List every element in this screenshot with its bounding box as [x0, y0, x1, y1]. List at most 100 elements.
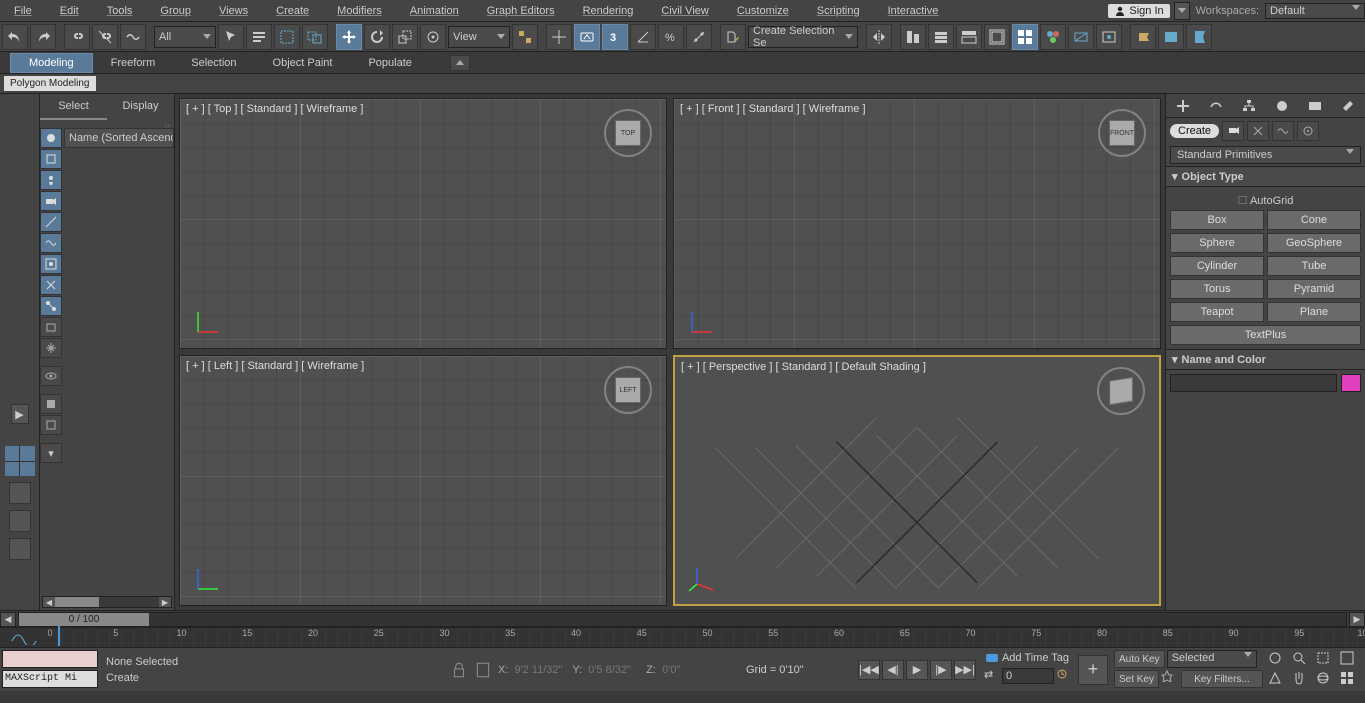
menu-graph-editors[interactable]: Graph Editors — [473, 2, 569, 20]
pan-button[interactable] — [1292, 671, 1314, 689]
viewcube-front[interactable]: FRONT — [1094, 105, 1150, 161]
zoom-all-button[interactable] — [1316, 651, 1338, 669]
undo-button[interactable] — [2, 24, 28, 50]
ref-coord-combo[interactable]: View — [448, 26, 510, 48]
rect-select-button[interactable] — [274, 24, 300, 50]
object-name-input[interactable] — [1170, 374, 1337, 392]
menu-animation[interactable]: Animation — [396, 2, 473, 20]
menu-views[interactable]: Views — [205, 2, 262, 20]
menu-civil-view[interactable]: Civil View — [647, 2, 722, 20]
viewport-top-label[interactable]: [ + ] [ Top ] [ Standard ] [ Wireframe ] — [186, 103, 363, 115]
cmd-hierarchy-tab[interactable] — [1232, 94, 1265, 117]
add-time-tag[interactable]: Add Time Tag — [1002, 652, 1069, 664]
scale-button[interactable] — [392, 24, 418, 50]
signin-button[interactable]: Sign In — [1108, 4, 1169, 18]
menu-file[interactable]: File — [0, 2, 46, 20]
viewport-perspective-label[interactable]: [ + ] [ Perspective ] [ Standard ] [ Def… — [681, 361, 926, 373]
y-value[interactable]: 0'5 8/32" — [588, 664, 640, 676]
select-object-button[interactable] — [218, 24, 244, 50]
placement-button[interactable] — [420, 24, 446, 50]
menu-edit[interactable]: Edit — [46, 2, 93, 20]
timeslider-next[interactable]: ▶ — [1349, 612, 1365, 627]
select-by-name-button[interactable] — [246, 24, 272, 50]
layer-explorer-button[interactable] — [928, 24, 954, 50]
autogrid-checkbox[interactable]: ☐ AutoGrid — [1170, 191, 1361, 210]
key-filters-button[interactable]: Key Filters... — [1181, 670, 1263, 688]
time-marker[interactable] — [58, 626, 60, 646]
ribbon-freeform[interactable]: Freeform — [93, 54, 174, 72]
filter-groups-icon[interactable] — [40, 254, 62, 274]
render-setup-button[interactable] — [1068, 24, 1094, 50]
orbit-button[interactable] — [1316, 671, 1338, 689]
filter-cameras-icon[interactable] — [40, 191, 62, 211]
scene-list-header[interactable]: Name (Sorted Ascending) — [64, 128, 174, 148]
viewport-front[interactable]: [ + ] [ Front ] [ Standard ] [ Wireframe… — [673, 98, 1161, 349]
create-category-combo[interactable]: Standard Primitives — [1170, 146, 1361, 164]
create-geosphere-button[interactable]: GeoSphere — [1267, 233, 1361, 253]
cmd-motion-tab[interactable] — [1266, 94, 1299, 117]
flyout-toggle[interactable]: ▶ — [11, 404, 29, 424]
window-crossing-button[interactable] — [302, 24, 328, 50]
filter-frozen-icon[interactable] — [40, 338, 62, 358]
ribbon-populate[interactable]: Populate — [350, 54, 429, 72]
ribbon-selection[interactable]: Selection — [173, 54, 254, 72]
create-shapes-icon[interactable] — [1247, 121, 1269, 141]
x-value[interactable]: 9'2 11/32" — [514, 664, 566, 676]
display-all-icon[interactable] — [40, 394, 62, 414]
viewport-layout-alt1[interactable] — [9, 510, 31, 532]
selection-lock-icon[interactable] — [450, 661, 468, 679]
viewport-layout-single[interactable] — [9, 482, 31, 504]
viewport-left[interactable]: [ + ] [ Left ] [ Standard ] [ Wireframe … — [179, 355, 667, 606]
filter-visible-icon[interactable] — [40, 366, 62, 386]
zoom-button[interactable] — [1292, 651, 1314, 669]
render-frame-button[interactable] — [1096, 24, 1122, 50]
mini-curve-icon[interactable] — [0, 628, 50, 647]
setkey-button[interactable]: Set Key — [1114, 670, 1159, 688]
edit-named-sel-button[interactable] — [720, 24, 746, 50]
selection-filter-combo[interactable]: All — [154, 26, 216, 48]
create-geometry-icon[interactable] — [1222, 121, 1244, 141]
viewcube-top[interactable]: TOP — [600, 105, 656, 161]
keyboard-shortcut-toggle[interactable] — [574, 24, 600, 50]
next-frame-button[interactable]: |▶ — [930, 660, 952, 680]
display-none-icon[interactable] — [40, 415, 62, 435]
time-tag-icon[interactable] — [984, 650, 1000, 666]
scene-select-tab[interactable]: Select — [40, 94, 107, 120]
render-button[interactable] — [1130, 24, 1156, 50]
filter-lights-icon[interactable] — [40, 170, 62, 190]
time-config-icon[interactable] — [1056, 668, 1072, 684]
filter-containers-icon[interactable] — [40, 317, 62, 337]
viewport-top[interactable]: [ + ] [ Top ] [ Standard ] [ Wireframe ]… — [179, 98, 667, 349]
cmd-create-tab[interactable] — [1166, 94, 1199, 117]
redo-button[interactable] — [30, 24, 56, 50]
scene-scrollbar[interactable]: ◀▶ — [42, 596, 172, 608]
ribbon-modeling[interactable]: Modeling — [10, 53, 93, 73]
autokey-button[interactable]: Auto Key — [1114, 650, 1165, 668]
signin-dropdown[interactable] — [1174, 2, 1190, 20]
cmd-modify-tab[interactable] — [1199, 94, 1232, 117]
key-mode-icon[interactable]: ⇄ — [984, 668, 1000, 684]
curve-editor-button[interactable] — [984, 24, 1010, 50]
set-key-button[interactable]: + — [1078, 655, 1108, 685]
render-preview-button[interactable] — [1158, 24, 1184, 50]
create-torus-button[interactable]: Torus — [1170, 279, 1264, 299]
zoom-extents-button[interactable] — [1340, 651, 1362, 669]
pivot-button[interactable] — [512, 24, 538, 50]
create-lights-icon[interactable] — [1272, 121, 1294, 141]
manipulate-button[interactable] — [546, 24, 572, 50]
create-cylinder-button[interactable]: Cylinder — [1170, 256, 1264, 276]
align-button[interactable] — [900, 24, 926, 50]
cmd-utilities-tab[interactable] — [1332, 94, 1365, 117]
menu-customize[interactable]: Customize — [723, 2, 803, 20]
z-value[interactable]: 0'0" — [662, 664, 714, 676]
filter-helpers-icon[interactable] — [40, 212, 62, 232]
create-pyramid-button[interactable]: Pyramid — [1267, 279, 1361, 299]
menu-rendering[interactable]: Rendering — [569, 2, 648, 20]
maxscript-mini[interactable]: MAXScript Mi — [2, 670, 98, 688]
create-systems-icon[interactable] — [1297, 121, 1319, 141]
create-cone-button[interactable]: Cone — [1267, 210, 1361, 230]
menu-group[interactable]: Group — [146, 2, 205, 20]
time-slider-handle[interactable]: 0 / 100 — [19, 613, 149, 626]
ribbon-minimize-button[interactable] — [450, 55, 470, 71]
name-color-rollout[interactable]: ▾Name and Color — [1166, 349, 1365, 370]
